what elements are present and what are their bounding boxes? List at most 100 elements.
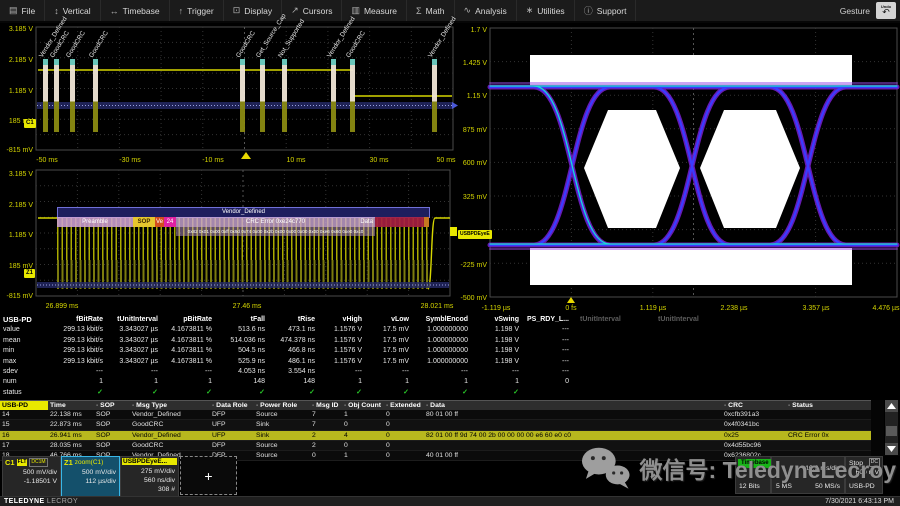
measure-column-header[interactable]: tRise <box>268 315 318 325</box>
menu-item-analysis[interactable]: ∿Analysis <box>455 0 517 21</box>
measure-column-header[interactable]: SymblEncod <box>412 315 471 325</box>
decode-ve[interactable]: Ve <box>155 217 164 227</box>
menu-item-file[interactable]: ▤File <box>0 0 45 21</box>
protocol-row-15[interactable]: 1522.873 msSOPGoodCRCUFPSink7000x4f0341b… <box>0 420 871 430</box>
menu-item-trigger[interactable]: ↑Trigger <box>170 0 224 21</box>
protocol-scrollbar[interactable] <box>884 400 898 455</box>
protocol-column-header[interactable]: Data Role <box>210 401 254 411</box>
decode-hex-data[interactable]: 0x82 0x01 0x00 0xff 0x9d 0x74 0x00 0x2b … <box>176 227 375 236</box>
scroll-down-button[interactable] <box>885 443 898 455</box>
protocol-row-17[interactable]: 1728.035 msSOPGoodCRCDFPSource2000x4d55b… <box>0 440 871 450</box>
zoom-waveform-panel[interactable]: 3.185 V 2.185 V 1.185 V 185 mV -815 mV 2… <box>0 165 458 315</box>
protocol-row-16[interactable]: 1626.941 msSOPVendor_DefinedUFPSink24082… <box>0 430 871 440</box>
gesture-label: Gesture <box>840 6 870 16</box>
menu-item-vertical[interactable]: ↕Vertical <box>45 0 100 21</box>
c1-descriptor-box[interactable]: C1 FLT DC1M 500 mV/div -1.18501 V <box>2 456 61 498</box>
c1-level-badge[interactable]: C1 <box>24 119 36 128</box>
protocol-column-header[interactable]: Power Role <box>254 401 310 411</box>
measure-cell <box>572 377 650 387</box>
protocol-column-header[interactable]: SOP <box>94 401 130 411</box>
trigger-box[interactable]: Stop 600 mV USB-PD DC <box>845 456 883 494</box>
z1-descriptor-box[interactable]: Z1 zoom(C1) 500 mV/div 112 µs/div <box>61 456 120 498</box>
measure-column-header[interactable]: tUnitInterval <box>106 315 161 325</box>
protocol-column-header[interactable]: Msg ID <box>310 401 342 411</box>
measure-cell <box>572 367 650 377</box>
measure-column-header[interactable]: PS_RDY_L... <box>522 315 572 325</box>
measure-cell: 4.1673811 % <box>161 346 215 356</box>
protocol-column-header[interactable]: CRC <box>722 401 786 411</box>
decode-crc-error[interactable]: CRC Error 0xe24c770 Data <box>176 217 375 227</box>
add-trace-button[interactable]: + <box>180 456 237 495</box>
decode-id[interactable]: 24 <box>164 217 176 227</box>
measure-column-header[interactable]: vLow <box>365 315 412 325</box>
protocol-column-header[interactable]: Status <box>786 401 871 411</box>
measure-cell: 504.5 ns <box>215 346 268 356</box>
decode-sop[interactable]: SOP <box>133 217 155 227</box>
status-check-icon: ✓ <box>206 389 212 396</box>
measure-cell: 473.1 ns <box>268 325 318 335</box>
scroll-up-button[interactable] <box>885 400 898 412</box>
measure-column-header[interactable]: tUnitInterval <box>650 315 728 325</box>
measure-column-header[interactable]: tUnitInterval <box>572 315 650 325</box>
trigger-time-marker[interactable] <box>241 152 251 159</box>
measure-column-header[interactable]: vHigh <box>318 315 365 325</box>
measure-column-header[interactable]: tFall <box>215 315 268 325</box>
measure-cell: 148 <box>268 377 318 387</box>
menu-item-cursors[interactable]: ↗Cursors <box>282 0 342 21</box>
display-icon: ⊡ <box>233 5 241 16</box>
measure-cell: 466.8 ns <box>268 346 318 356</box>
menu-item-support[interactable]: ⓘSupport <box>575 0 637 21</box>
protocol-cell-power_role: Sink <box>254 430 310 440</box>
protocol-cell-power_role: Source <box>254 451 310 461</box>
measure-cell: 4.053 ns <box>215 367 268 377</box>
protocol-row-14[interactable]: 1422.138 msSOPVendor_DefinedDFPSource710… <box>0 410 871 420</box>
eye-descriptor-box[interactable]: USBPDEyeE... 275 mV/div 560 ns/div 308 # <box>120 456 179 498</box>
measurement-table[interactable]: USB-PDfBitRatetUnitIntervalpBitRatetFall… <box>0 315 900 399</box>
protocol-cell-msg_id: 0 <box>310 451 342 461</box>
protocol-column-header[interactable]: Msg Type <box>130 401 210 411</box>
x-axis-label: 10 ms <box>286 157 306 164</box>
z1-level-badge[interactable]: Z1 <box>24 269 35 278</box>
timebase-label: Timebase <box>738 459 772 468</box>
protocol-cell-time: 28.035 ms <box>48 440 94 450</box>
menu-item-display[interactable]: ⊡Display <box>224 0 282 21</box>
measure-row-label: min <box>0 346 40 356</box>
undo-button[interactable]: Undo ↶ <box>876 2 896 19</box>
y-axis-label: 3.185 V <box>9 26 33 33</box>
protocol-column-header[interactable]: Extended <box>384 401 424 411</box>
timebase-box[interactable]: Timebase 12 Bits <box>735 456 771 494</box>
eye-diagram-panel[interactable]: 1.7 V 1.425 V 1.15 V 875 mV 600 mV 325 m… <box>458 22 900 313</box>
y-axis-label: 325 mV <box>463 194 487 201</box>
measure-row-label: mean <box>0 336 40 346</box>
protocol-column-header[interactable]: Obj Count <box>342 401 384 411</box>
x-axis-label: 1.119 µs <box>640 305 667 312</box>
measure-column-header[interactable]: vSwing <box>471 315 522 325</box>
main-waveform-panel[interactable]: 3.185 V 2.185 V 1.185 V 185 mV -815 mV -… <box>0 22 458 165</box>
protocol-column-header[interactable]: Data <box>424 401 722 411</box>
protocol-column-header[interactable]: Time <box>48 401 94 411</box>
protocol-cell-status: CRC Error 0x <box>786 430 871 440</box>
timebase-detail-box[interactable]: 10.0 ms/div 5 MS 50 MS/s <box>771 456 845 494</box>
menu-item-utilities[interactable]: ∗Utilities <box>517 0 575 21</box>
eye-trace-badge[interactable]: USBPDEyeE <box>458 230 492 239</box>
decode-eop <box>424 217 429 227</box>
protocol-table[interactable]: USB-PDTimeSOPMsg TypeData RolePower Role… <box>0 400 900 456</box>
menu-item-timebase[interactable]: ↔Timebase <box>101 0 170 21</box>
measure-column-header[interactable]: pBitRate <box>161 315 215 325</box>
scrollbar-thumb[interactable] <box>886 426 897 436</box>
add-trace-plus: + <box>204 468 212 484</box>
protocol-column-header[interactable]: USB-PD <box>0 401 48 411</box>
measure-cell: 1 <box>412 377 471 387</box>
decode-preamble[interactable]: Preamble <box>57 217 133 227</box>
measure-column-header[interactable]: fBitRate <box>40 315 106 325</box>
protocol-cell-msg: GoodCRC <box>130 440 210 450</box>
protocol-cell-status <box>786 410 871 420</box>
pd-packet-burst <box>350 59 355 132</box>
c1-offset: -1.18501 V <box>23 477 57 486</box>
protocol-cell-data_role: UFP <box>210 420 254 430</box>
menu-item-math[interactable]: ΣMath <box>407 0 454 21</box>
x-axis-label: 4.476 µs <box>873 305 900 312</box>
protocol-cell-msg_id: 2 <box>310 430 342 440</box>
measure-cell: 1.000000000 <box>412 325 471 335</box>
measure-cell: --- <box>40 367 106 377</box>
